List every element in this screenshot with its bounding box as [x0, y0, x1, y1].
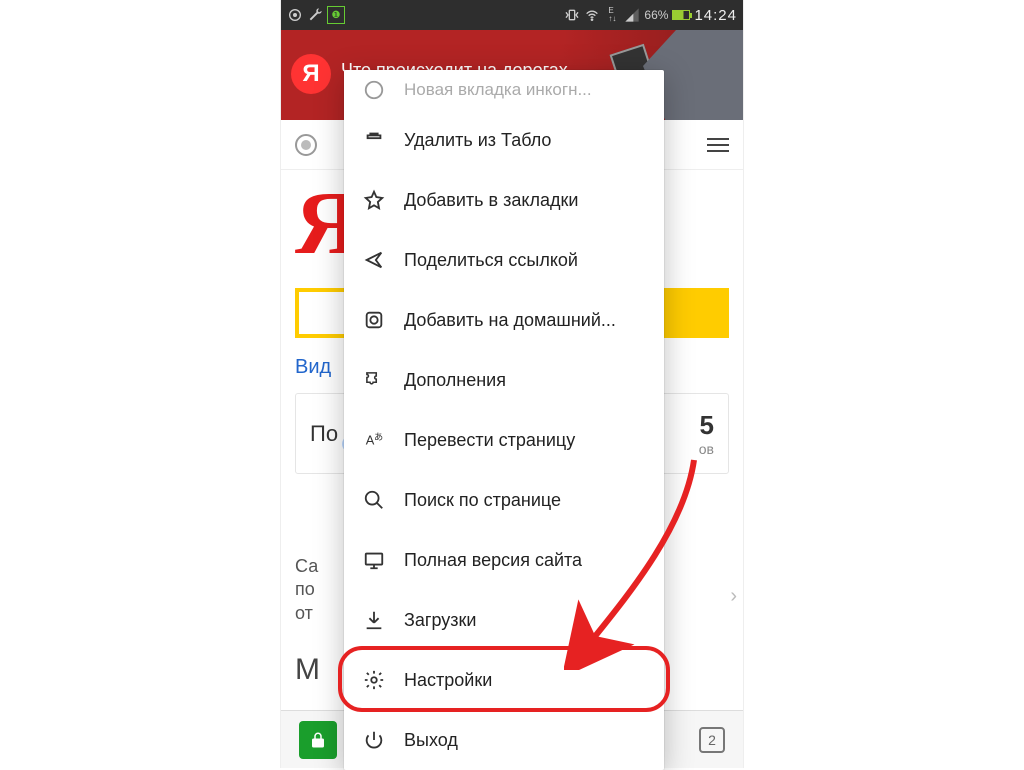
circle-icon	[362, 78, 386, 102]
download-icon	[362, 608, 386, 632]
trash-icon	[362, 128, 386, 152]
star-icon	[362, 188, 386, 212]
menu-item-trash[interactable]: Удалить из Табло	[344, 110, 664, 170]
menu-item-download[interactable]: Загрузки	[344, 590, 664, 650]
tab-count-button[interactable]: 2	[699, 727, 725, 753]
menu-item-star[interactable]: Добавить в закладки	[344, 170, 664, 230]
wrench-icon	[307, 7, 323, 23]
yandex-logo-icon: Я	[291, 54, 331, 94]
menu-item-label: Выход	[404, 730, 458, 751]
menu-item-settings[interactable]: Настройки	[344, 650, 664, 710]
menu-item-label: Поиск по странице	[404, 490, 561, 511]
search-icon	[362, 488, 386, 512]
lock-icon	[309, 731, 327, 749]
tab-count-value: 2	[708, 732, 716, 748]
menu-item-label: Загрузки	[404, 610, 476, 631]
menu-item-label: Дополнения	[404, 370, 506, 391]
battery-icon	[672, 10, 690, 20]
menu-item-circle[interactable]: Новая вкладка инкогн...	[344, 70, 664, 110]
desktop-icon	[362, 548, 386, 572]
clock: 14:24	[694, 7, 737, 24]
menu-item-label: Полная версия сайта	[404, 550, 582, 571]
settings-icon	[362, 668, 386, 692]
chevron-right-icon: ›	[730, 585, 737, 608]
status-bar: ❶ E↑↓ 66% 14:24	[281, 0, 743, 30]
browser-menu: Новая вкладка инкогн... Удалить из Табло Д…	[344, 70, 664, 770]
menu-item-label: Добавить на домашний...	[404, 310, 616, 331]
menu-item-translate[interactable]: Aあ Перевести страницу	[344, 410, 664, 470]
network-type-icon: E↑↓	[604, 7, 620, 23]
menu-item-search[interactable]: Поиск по странице	[344, 470, 664, 530]
battery-percent: 66%	[644, 8, 668, 22]
gps-icon	[287, 7, 303, 23]
vibrate-icon	[564, 7, 580, 23]
hamburger-icon[interactable]	[707, 138, 729, 152]
menu-item-share[interactable]: Поделиться ссылкой	[344, 230, 664, 290]
menu-item-label: Удалить из Табло	[404, 130, 551, 151]
menu-item-home[interactable]: Добавить на домашний...	[344, 290, 664, 350]
weather-number: 5	[699, 410, 714, 441]
menu-item-puzzle[interactable]: Дополнения	[344, 350, 664, 410]
translate-icon: Aあ	[362, 428, 386, 452]
weather-sub: ов	[699, 441, 714, 457]
menu-item-label: Перевести страницу	[404, 430, 575, 451]
menu-item-label: Поделиться ссылкой	[404, 250, 578, 271]
wifi-icon	[584, 7, 600, 23]
power-icon	[362, 728, 386, 752]
menu-item-label: Новая вкладка инкогн...	[404, 80, 592, 100]
app-indicator-icon: ❶	[327, 6, 345, 24]
svg-text:あ: あ	[374, 432, 383, 442]
video-link[interactable]: Вид	[295, 356, 331, 379]
lock-badge[interactable]	[299, 721, 337, 759]
puzzle-icon	[362, 368, 386, 392]
share-icon	[362, 248, 386, 272]
menu-item-label: Настройки	[404, 670, 492, 691]
signal-icon	[624, 7, 640, 23]
menu-item-desktop[interactable]: Полная версия сайта	[344, 530, 664, 590]
menu-item-label: Добавить в закладки	[404, 190, 578, 211]
home-icon	[362, 308, 386, 332]
location-icon[interactable]	[295, 134, 317, 156]
menu-item-power[interactable]: Выход	[344, 710, 664, 770]
card-title: По	[310, 421, 338, 447]
